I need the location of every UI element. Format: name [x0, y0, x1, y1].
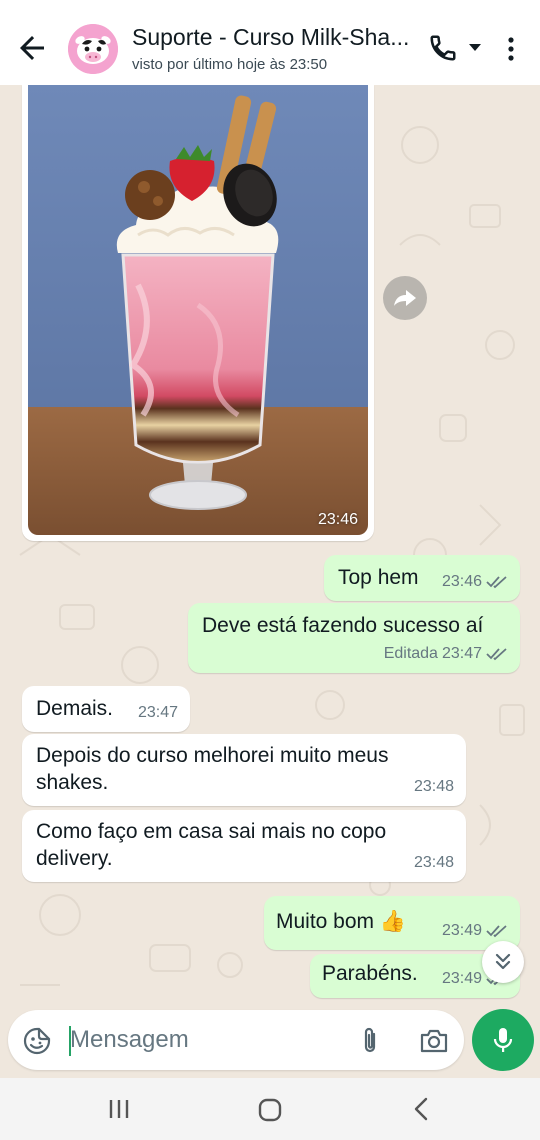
image-timestamp: 23:46	[317, 511, 358, 528]
incoming-message[interactable]: Demais. 23:47	[22, 686, 190, 732]
microphone-button[interactable]	[472, 1009, 534, 1071]
recent-apps-icon[interactable]	[106, 1096, 132, 1122]
cow-avatar-icon	[68, 24, 118, 74]
message-text: Muito bom 👍	[276, 910, 407, 933]
forward-icon	[394, 290, 416, 306]
more-vertical-icon[interactable]	[500, 34, 522, 64]
double-check-icon	[486, 647, 507, 660]
caret-down-icon[interactable]	[466, 40, 484, 54]
incoming-message[interactable]: Depois do curso melhorei muito meus shak…	[22, 734, 466, 806]
system-navigation-bar	[0, 1078, 540, 1140]
back-arrow-icon[interactable]	[14, 30, 50, 66]
message-meta: 23:48	[414, 773, 454, 800]
double-chevron-down-icon	[495, 953, 511, 970]
outgoing-message[interactable]: Deve está fazendo sucesso aí Editada 23:…	[188, 603, 520, 673]
forward-button[interactable]	[383, 276, 427, 320]
message-text: Como faço em casa sai mais no copo deliv…	[36, 820, 387, 870]
paperclip-icon[interactable]	[358, 1026, 382, 1056]
message-meta: 23:46	[442, 568, 508, 595]
milkshake-photo[interactable]: 23:46	[28, 85, 368, 535]
message-time: 23:49	[441, 922, 482, 939]
message-composer	[8, 1010, 464, 1070]
chat-area[interactable]: 23:46 Top hem 23:46 Deve está fazendo su…	[0, 85, 540, 1005]
double-check-icon	[486, 575, 507, 588]
camera-icon[interactable]	[419, 1028, 449, 1054]
outgoing-message[interactable]: Muito bom 👍 23:49	[264, 896, 520, 950]
message-time: 23:48	[413, 778, 454, 795]
message-meta: 23:47	[138, 699, 178, 726]
milkshake-image	[28, 85, 368, 535]
message-time: 23:46	[441, 573, 482, 590]
last-seen-status: visto por último hoje às 23:50	[132, 56, 328, 73]
edited-label: Editada	[383, 645, 438, 662]
message-text: Demais.	[36, 697, 114, 720]
outgoing-message[interactable]: Top hem 23:46	[324, 555, 520, 601]
message-text: Deve está fazendo sucesso aí	[202, 614, 484, 637]
message-meta: 23:48	[414, 849, 454, 876]
sticker-icon[interactable]	[22, 1026, 52, 1056]
image-message[interactable]: 23:46	[22, 85, 374, 541]
message-meta: 23:49	[442, 917, 508, 944]
message-meta: Editada 23:47	[384, 640, 508, 667]
phone-icon[interactable]	[428, 33, 458, 63]
message-text: Top hem	[338, 566, 419, 589]
microphone-icon	[493, 1028, 513, 1052]
nav-back-icon[interactable]	[410, 1096, 434, 1122]
message-time: 23:49	[441, 970, 482, 987]
message-text: Depois do curso melhorei muito meus shak…	[36, 744, 389, 794]
scroll-to-bottom-button[interactable]	[482, 941, 524, 983]
contact-avatar[interactable]	[68, 24, 118, 74]
message-time: 23:47	[441, 645, 482, 662]
message-text: Parabéns.	[322, 962, 418, 985]
message-input[interactable]	[70, 1010, 340, 1070]
chat-header: Suporte - Curso Milk-Sha... visto por úl…	[0, 0, 540, 90]
double-check-icon	[486, 924, 507, 937]
incoming-message[interactable]: Como faço em casa sai mais no copo deliv…	[22, 810, 466, 882]
contact-name[interactable]: Suporte - Curso Milk-Sha...	[132, 24, 422, 51]
message-time: 23:47	[137, 704, 178, 721]
home-icon[interactable]	[256, 1096, 284, 1124]
message-time: 23:48	[413, 854, 454, 871]
